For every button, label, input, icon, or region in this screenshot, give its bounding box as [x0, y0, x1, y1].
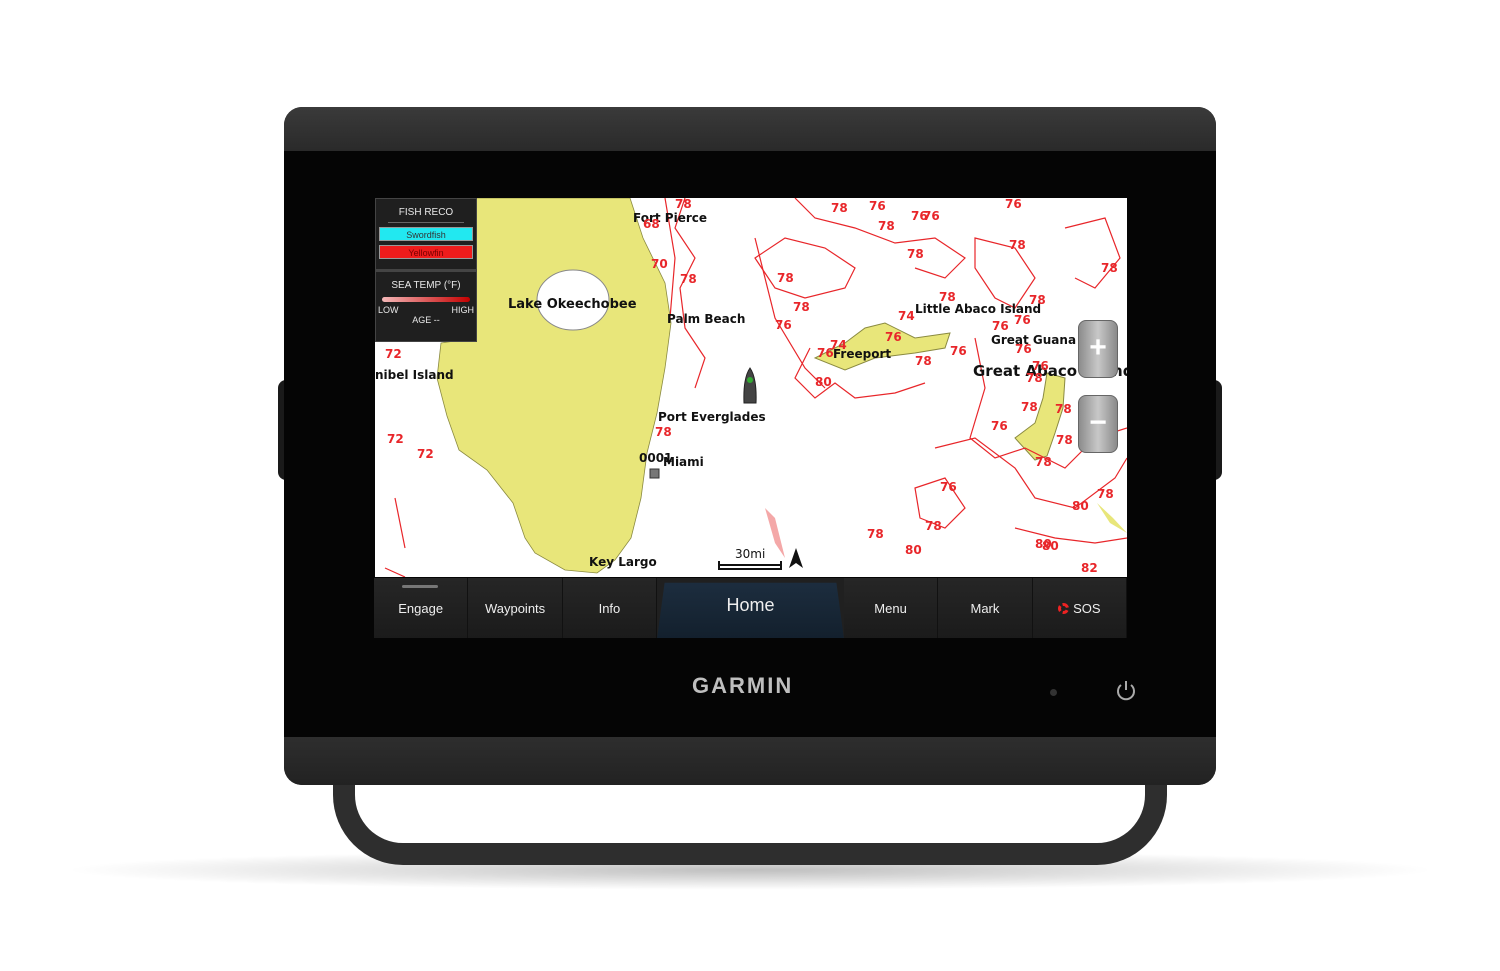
- temp-label: 78: [680, 272, 697, 286]
- sos-label: SOS: [1073, 600, 1101, 616]
- temp-label: 76: [885, 330, 902, 344]
- temp-shading: [765, 508, 785, 558]
- drag-handle[interactable]: [402, 585, 438, 588]
- temp-label: 76: [1005, 198, 1022, 211]
- sea-temp-title: SEA TEMP (°F): [391, 280, 461, 291]
- temp-label: 72: [385, 347, 402, 361]
- temp-label: 80: [905, 543, 922, 557]
- temp-label: 76: [1014, 313, 1031, 327]
- waypoints-button[interactable]: Waypoints: [468, 578, 563, 638]
- power-icon[interactable]: [1115, 680, 1137, 702]
- lifebuoy-icon: [1058, 602, 1070, 614]
- zoom-in-button[interactable]: +: [1078, 320, 1118, 378]
- engage-button[interactable]: Engage: [374, 578, 469, 638]
- sos-button[interactable]: SOS: [1032, 578, 1127, 638]
- temp-label: 78: [925, 519, 942, 533]
- temp-label: 80: [1072, 499, 1089, 513]
- temp-label: 74: [898, 309, 915, 323]
- land-layer: [436, 198, 1127, 574]
- fish-reco-legend: FISH RECO Swordfish Yellowfin SEA TEMP (…: [375, 198, 477, 342]
- temp-label: 76: [991, 419, 1008, 433]
- temp-label: 78: [1035, 455, 1052, 469]
- temp-label: 76: [1015, 342, 1032, 356]
- waypoint-marker: [649, 468, 660, 479]
- temp-label: 78: [867, 527, 884, 541]
- fish-reco-title: FISH RECO: [398, 207, 454, 218]
- temp-label: 78: [655, 425, 672, 439]
- temp-label: 76: [869, 199, 886, 213]
- high-label: HIGH: [451, 305, 475, 315]
- temp-label: 78: [878, 219, 895, 233]
- temp-label: 78: [1026, 371, 1043, 385]
- temp-label: 72: [417, 447, 434, 461]
- temp-contour: [974, 237, 1036, 309]
- legend-yellowfin: Yellowfin: [379, 245, 473, 259]
- temp-contour: [754, 237, 856, 299]
- vessel-icon: [743, 367, 757, 404]
- temp-label: 78: [1097, 487, 1114, 501]
- temp-label: 68: [643, 217, 660, 231]
- temp-label: 78: [777, 271, 794, 285]
- temp-label: 78: [1056, 433, 1073, 447]
- low-label: LOW: [378, 305, 399, 315]
- place-label: Port Everglades: [658, 410, 766, 424]
- temp-label: 76: [940, 480, 957, 494]
- soft-key-bar: Engage Waypoints Info Home Menu Mark SOS: [374, 578, 1127, 638]
- zoom-out-button[interactable]: −: [1078, 395, 1118, 453]
- temp-contour: [674, 198, 706, 389]
- light-sensor: [1050, 689, 1057, 696]
- cay-land: [1097, 503, 1127, 533]
- engage-label: Engage: [398, 600, 444, 616]
- temp-label: 78: [907, 247, 924, 261]
- place-label: Lake Okeechobee: [508, 297, 637, 312]
- age-label: AGE --: [412, 315, 440, 325]
- temp-label: 80: [1042, 539, 1059, 553]
- nautical-map[interactable]: Fort PierceLake OkeechobeePalm BeachPort…: [375, 198, 1127, 577]
- menu-button[interactable]: Menu: [843, 578, 939, 638]
- bottom-bezel: [284, 737, 1216, 785]
- place-label: nibel Island: [375, 368, 454, 382]
- temp-label: 76: [950, 344, 967, 358]
- temp-label: 72: [387, 432, 404, 446]
- temp-label: 78: [1029, 293, 1046, 307]
- temp-label: 78: [1055, 402, 1072, 416]
- temp-label: 78: [831, 201, 848, 215]
- temp-label: 76: [992, 319, 1009, 333]
- legend-swordfish: Swordfish: [379, 227, 473, 241]
- temp-label: 78: [1021, 400, 1038, 414]
- temp-contour: [384, 497, 406, 577]
- place-label: Palm Beach: [667, 312, 745, 326]
- mark-button[interactable]: Mark: [938, 578, 1033, 638]
- north-arrow-icon: [789, 548, 803, 568]
- garmin-logo: GARMIN: [692, 673, 794, 698]
- temp-label: 78: [675, 198, 692, 211]
- temp-label: 76: [817, 346, 834, 360]
- temp-label: 78: [1101, 261, 1118, 275]
- scale-bar: [718, 561, 782, 570]
- temp-gradient: [382, 297, 470, 302]
- vessel-light: [747, 377, 753, 383]
- temp-contour: [1014, 527, 1127, 544]
- temp-contour: [1064, 217, 1121, 289]
- temp-contour: [754, 237, 826, 389]
- home-button[interactable]: Home: [657, 582, 844, 638]
- info-button[interactable]: Info: [562, 578, 658, 638]
- waypoint-label: 0001: [639, 451, 672, 465]
- temp-label: 76: [923, 209, 940, 223]
- temp-label: 76: [775, 318, 792, 332]
- temp-label: 78: [939, 290, 956, 304]
- scale-label: 30mi: [735, 547, 765, 561]
- temp-label: 82: [1081, 561, 1098, 575]
- top-bezel: [284, 107, 1216, 151]
- temp-label: 70: [651, 257, 668, 271]
- place-label: Key Largo: [589, 555, 657, 569]
- temp-label: 78: [793, 300, 810, 314]
- temp-label: 80: [815, 375, 832, 389]
- chart-screen[interactable]: Fort Pierce Lake Okeechobee Palm Beach Port…: [375, 198, 1127, 577]
- temp-label: 78: [1009, 238, 1026, 252]
- temp-label: 78: [915, 354, 932, 368]
